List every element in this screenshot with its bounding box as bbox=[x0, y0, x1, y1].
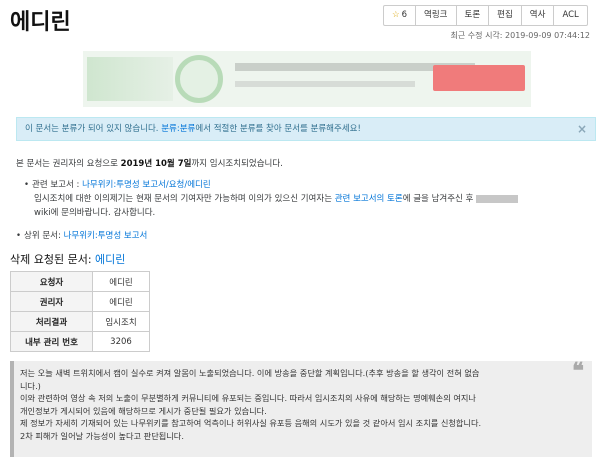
report-link[interactable]: 나무위키:투명성 보고서/요청/에디린 bbox=[82, 180, 211, 190]
quote-icon: ❝ bbox=[572, 358, 584, 384]
star-button[interactable]: ☆ 6 bbox=[383, 5, 417, 26]
table-row: 권리자 에디린 bbox=[10, 291, 150, 312]
list-item: • 관련 보고서 : 나무위키:투명성 보고서/요청/에디린 bbox=[24, 180, 211, 190]
acl-button[interactable]: ACL bbox=[553, 5, 588, 26]
notice-prefix: 본 문서는 권리자의 요청으로 bbox=[16, 159, 121, 169]
document-toolbar: ☆ 6 역링크 토론 편집 역사 ACL bbox=[383, 5, 588, 26]
category-link[interactable]: 분류:분류 bbox=[161, 124, 195, 134]
edit-button[interactable]: 편집 bbox=[488, 5, 522, 26]
alert-text: 이 문서는 분류가 되어 있지 않습니다. bbox=[25, 124, 162, 134]
caption-link[interactable]: 에디린 bbox=[95, 253, 125, 266]
page-title: 에디린 bbox=[10, 10, 71, 35]
backlinks-button[interactable]: 역링크 bbox=[415, 5, 457, 26]
notice-suffix: 까지 임시조치되었습니다. bbox=[191, 159, 283, 169]
table-caption: 삭제 요청된 문서: 에디린 bbox=[10, 253, 126, 266]
discuss-link[interactable]: 관련 보고서의 토론 bbox=[335, 194, 403, 204]
star-icon: ☆ bbox=[392, 10, 400, 20]
ad-banner[interactable] bbox=[83, 51, 531, 107]
ad-logo bbox=[175, 55, 223, 103]
report-list: • 관련 보고서 : 나무위키:투명성 보고서/요청/에디린 임시조치에 대한 이… bbox=[24, 178, 584, 220]
report-desc-2: wiki에 문의바랍니다. 감사합니다. bbox=[34, 208, 156, 218]
last-modified: 최근 수정 시각: 2019-09-09 07:44:12 bbox=[450, 31, 590, 40]
report-label: 관련 보고서 : bbox=[32, 180, 83, 190]
ad-subtext-blur bbox=[235, 81, 415, 87]
report-desc: 임시조치에 대한 이의제기는 현재 문서의 기여자만 가능하며 이의가 있으신 … bbox=[24, 192, 584, 206]
request-quote: 저는 오늘 새벽 트위치에서 캠이 실수로 켜져 알몸이 노출되었습니다. 이에… bbox=[10, 358, 592, 457]
close-icon[interactable]: × bbox=[577, 118, 587, 140]
parent-link[interactable]: 나무위키:투명성 보고서 bbox=[64, 231, 148, 241]
star-count: 6 bbox=[401, 10, 408, 20]
ad-cta[interactable] bbox=[433, 65, 525, 91]
temporary-notice: 본 문서는 권리자의 요청으로 2019년 10월 7일까지 임시조치되었습니다… bbox=[16, 157, 283, 169]
parent-label: 상위 문서: bbox=[24, 231, 64, 241]
notice-date: 2019년 10월 7일 bbox=[120, 159, 192, 169]
table-row: 처리결과 임시조치 bbox=[10, 311, 150, 332]
delete-request-table: 삭제 요청된 문서: 에디린 요청자 에디린 권리자 에디린 처리결과 임시조치 내부… bbox=[10, 249, 150, 352]
history-button[interactable]: 역사 bbox=[520, 5, 555, 26]
alert-text-end: 에서 적절한 분류를 찾아 문서를 분류해주세요! bbox=[195, 124, 361, 134]
table-row: 요청자 에디린 bbox=[10, 271, 150, 292]
uncategorized-alert: 이 문서는 분류가 되어 있지 않습니다. 분류:분류에서 적절한 분류를 찾아… bbox=[16, 117, 596, 141]
discuss-button[interactable]: 토론 bbox=[455, 5, 490, 26]
ad-image bbox=[87, 57, 173, 101]
table-row: 내부 관리 번호 3206 bbox=[10, 331, 150, 352]
redacted-text bbox=[476, 194, 519, 203]
parent-doc: • 상위 문서: 나무위키:투명성 보고서 bbox=[16, 231, 148, 241]
